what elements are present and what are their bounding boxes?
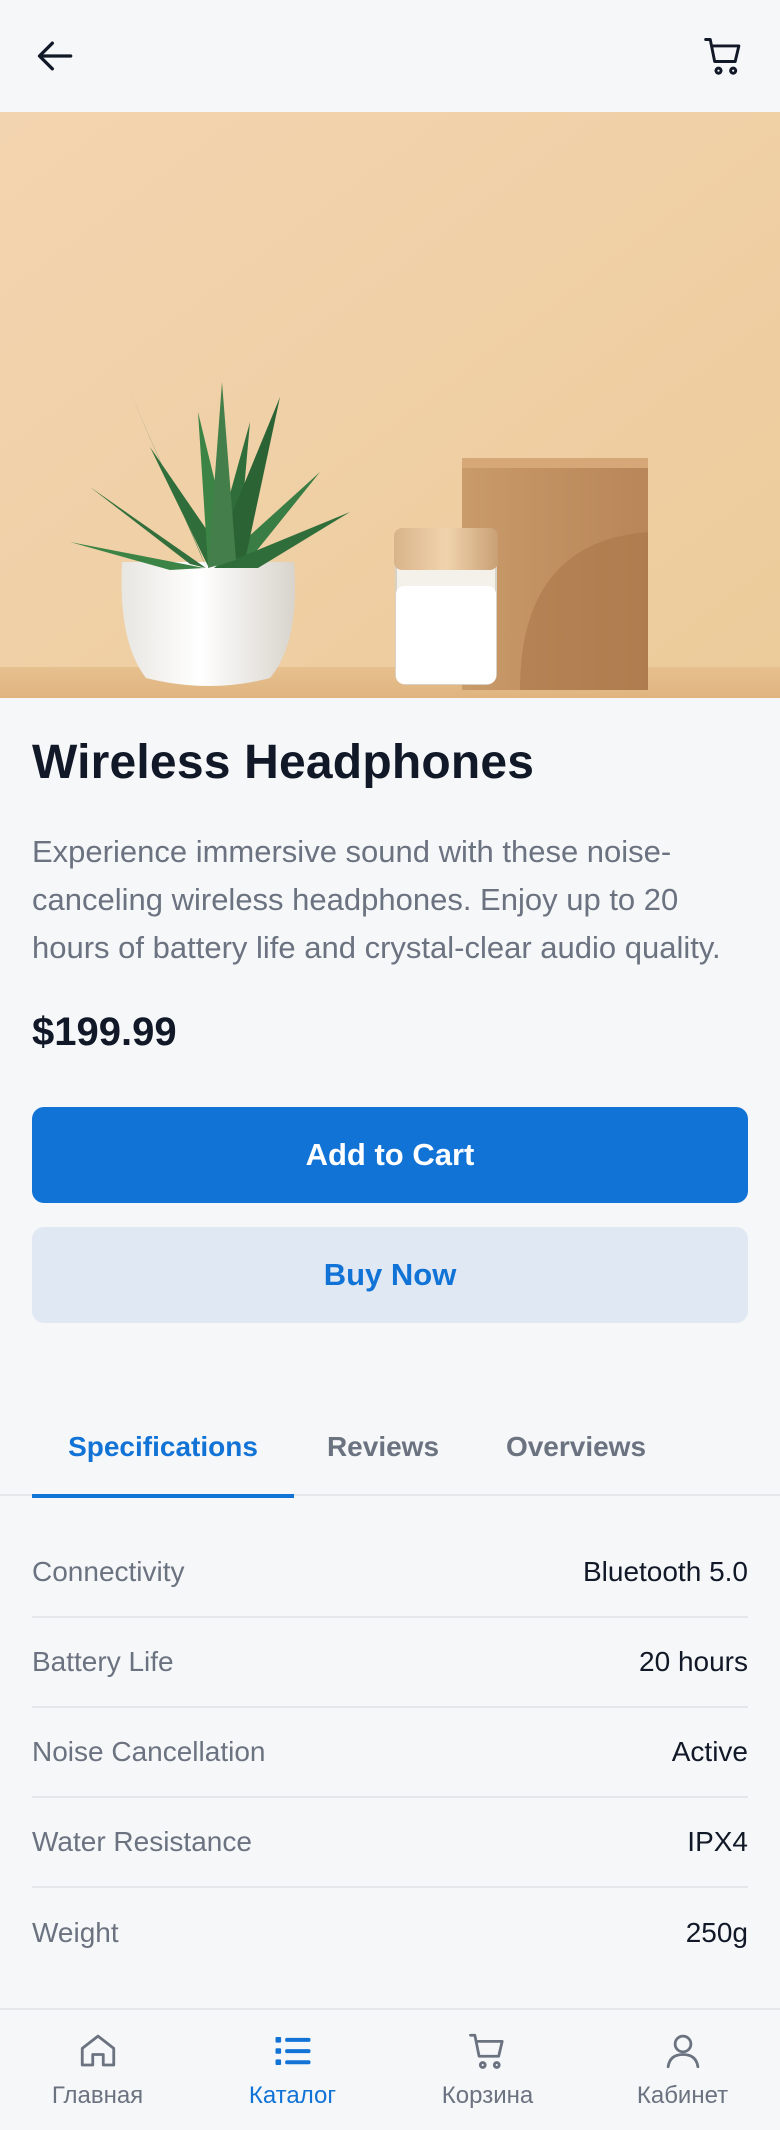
top-bar [0, 0, 780, 112]
nav-item-home[interactable]: Главная [0, 2010, 195, 2130]
spec-value: Active [671, 1736, 748, 1767]
tab-specifications[interactable]: Specifications [32, 1398, 294, 1498]
product-tabs: Specifications Reviews Overviews [0, 1398, 780, 1498]
product-image [0, 112, 780, 698]
specifications-list: Connectivity Bluetooth 5.0 Battery Life … [32, 1528, 748, 1978]
spec-row: Noise Cancellation Active [32, 1708, 748, 1798]
nav-item-account[interactable]: Кабинет [585, 2010, 780, 2130]
nav-label: Корзина [441, 2082, 534, 2109]
list-icon [275, 2037, 310, 2065]
spec-row: Battery Life 20 hours [32, 1618, 748, 1708]
spec-row: Weight 250g [32, 1888, 748, 1978]
spec-value: IPX4 [687, 1826, 748, 1857]
spec-label: Battery Life [32, 1646, 174, 1677]
add-to-cart-button[interactable]: Add to Cart [32, 1106, 748, 1203]
cart-button[interactable] [692, 24, 756, 88]
back-arrow-icon [37, 41, 73, 71]
nav-label: Главная [51, 2082, 144, 2109]
spec-label: Noise Cancellation [32, 1736, 266, 1767]
home-icon [80, 2034, 115, 2067]
spec-row: Water Resistance IPX4 [32, 1798, 748, 1888]
product-page: Wireless Headphones Experience immersive… [0, 0, 780, 2130]
nav-item-cart[interactable]: Корзина [390, 2010, 585, 2130]
bottom-navigation: Главная Каталог Корзина Кабинет [0, 2008, 780, 2130]
spec-value: 250g [685, 1917, 748, 1948]
cart-icon [468, 2033, 504, 2069]
tab-overviews[interactable]: Overviews [486, 1398, 666, 1496]
spec-row: Connectivity Bluetooth 5.0 [32, 1528, 748, 1618]
spec-value: 20 hours [639, 1646, 748, 1677]
nav-item-catalog[interactable]: Каталог [195, 2010, 390, 2130]
cart-icon [704, 38, 741, 75]
product-price: $199.99 [32, 1009, 177, 1054]
spec-value: Bluetooth 5.0 [582, 1556, 748, 1587]
spec-label: Weight [32, 1917, 119, 1948]
back-button[interactable] [24, 24, 88, 88]
product-info: Wireless Headphones Experience immersive… [32, 698, 748, 1323]
nav-label: Кабинет [636, 2082, 729, 2109]
spec-label: Water Resistance [32, 1826, 252, 1857]
tab-reviews[interactable]: Reviews [312, 1398, 454, 1496]
product-title: Wireless Headphones [32, 736, 535, 789]
buy-now-button[interactable]: Buy Now [32, 1226, 748, 1323]
spec-label: Connectivity [32, 1556, 185, 1587]
nav-label: Каталог [248, 2082, 337, 2109]
user-icon [666, 2034, 699, 2069]
product-description: Experience immersive sound with these no… [32, 833, 721, 965]
